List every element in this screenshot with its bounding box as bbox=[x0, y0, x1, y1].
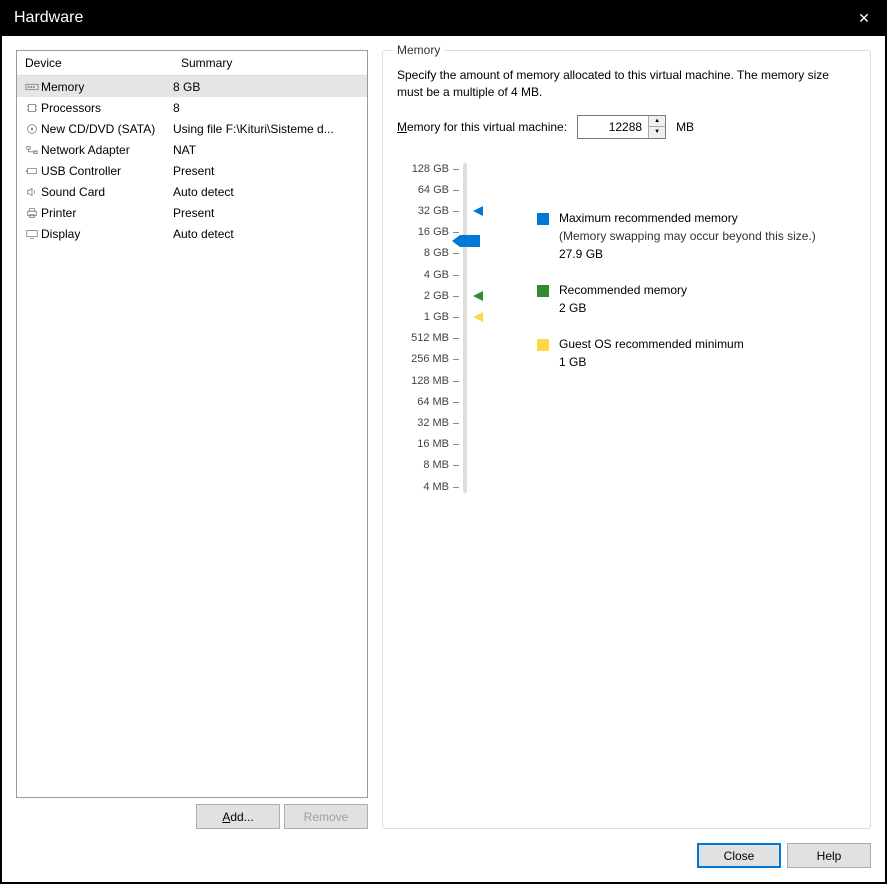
marker-rec-icon bbox=[473, 291, 483, 301]
device-name: Processors bbox=[41, 101, 173, 115]
device-row-printer[interactable]: PrinterPresent bbox=[17, 202, 367, 223]
device-summary: Present bbox=[173, 206, 367, 220]
device-name: Display bbox=[41, 227, 173, 241]
device-name: New CD/DVD (SATA) bbox=[41, 122, 173, 136]
device-list: Device Summary Memory8 GBProcessors8New … bbox=[16, 50, 368, 798]
remove-button: Remove bbox=[284, 804, 368, 829]
device-name: Printer bbox=[41, 206, 173, 220]
memory-legend: Maximum recommended memory (Memory swapp… bbox=[537, 163, 856, 493]
titlebar: Hardware ✕ bbox=[0, 0, 887, 36]
window-body: Device Summary Memory8 GBProcessors8New … bbox=[2, 36, 885, 882]
memory-slider[interactable] bbox=[463, 163, 467, 493]
device-summary: Auto detect bbox=[173, 227, 367, 241]
max-swatch-icon bbox=[537, 213, 549, 225]
device-row-display[interactable]: DisplayAuto detect bbox=[17, 223, 367, 244]
spinner-up-icon[interactable]: ▲ bbox=[649, 116, 665, 128]
device-row-network-adapter[interactable]: Network AdapterNAT bbox=[17, 139, 367, 160]
marker-guest-icon bbox=[473, 312, 483, 322]
device-row-processors[interactable]: Processors8 bbox=[17, 97, 367, 118]
memory-input[interactable] bbox=[578, 116, 648, 138]
window-title: Hardware bbox=[14, 9, 841, 27]
legend-guest-label: Guest OS recommended minimum bbox=[559, 337, 744, 351]
device-list-header: Device Summary bbox=[17, 51, 367, 76]
memory-input-label: Memory for this virtual machine: bbox=[397, 120, 567, 134]
device-name: USB Controller bbox=[41, 164, 173, 178]
cpu-icon bbox=[23, 100, 41, 116]
device-row-new-cd-dvd-sata-[interactable]: New CD/DVD (SATA)Using file F:\Kituri\Si… bbox=[17, 118, 367, 139]
legend-max-note: (Memory swapping may occur beyond this s… bbox=[559, 229, 856, 243]
slider-ticks bbox=[449, 163, 459, 493]
legend-rec-value: 2 GB bbox=[559, 301, 856, 315]
header-device[interactable]: Device bbox=[17, 51, 173, 75]
legend-guest-value: 1 GB bbox=[559, 355, 856, 369]
display-icon bbox=[23, 226, 41, 242]
memory-unit: MB bbox=[676, 120, 694, 134]
add-button[interactable]: Add... bbox=[196, 804, 280, 829]
disc-icon bbox=[23, 121, 41, 137]
device-summary: 8 bbox=[173, 101, 367, 115]
device-name: Sound Card bbox=[41, 185, 173, 199]
legend-max-value: 27.9 GB bbox=[559, 247, 856, 261]
legend-rec-label: Recommended memory bbox=[559, 283, 687, 297]
device-panel: Device Summary Memory8 GBProcessors8New … bbox=[16, 50, 368, 829]
device-name: Memory bbox=[41, 80, 173, 94]
memory-description: Specify the amount of memory allocated t… bbox=[397, 67, 856, 101]
help-button[interactable]: Help bbox=[787, 843, 871, 868]
memory-spinner[interactable]: ▲ ▼ bbox=[577, 115, 666, 139]
usb-icon bbox=[23, 163, 41, 179]
device-name: Network Adapter bbox=[41, 143, 173, 157]
close-icon[interactable]: ✕ bbox=[841, 0, 887, 36]
device-summary: NAT bbox=[173, 143, 367, 157]
slider-tick-labels: 128 GB64 GB32 GB16 GB8 GB4 GB2 GB1 GB512… bbox=[397, 163, 449, 493]
close-button[interactable]: Close bbox=[697, 843, 781, 868]
spinner-down-icon[interactable]: ▼ bbox=[649, 127, 665, 138]
legend-max-label: Maximum recommended memory bbox=[559, 211, 738, 225]
groupbox-title: Memory bbox=[393, 43, 444, 57]
printer-icon bbox=[23, 205, 41, 221]
slider-thumb[interactable] bbox=[460, 235, 480, 247]
guest-swatch-icon bbox=[537, 339, 549, 351]
header-summary[interactable]: Summary bbox=[173, 51, 367, 75]
sound-icon bbox=[23, 184, 41, 200]
device-summary: Using file F:\Kituri\Sisteme d... bbox=[173, 122, 367, 136]
device-summary: 8 GB bbox=[173, 80, 367, 94]
rec-swatch-icon bbox=[537, 285, 549, 297]
device-row-sound-card[interactable]: Sound CardAuto detect bbox=[17, 181, 367, 202]
dialog-buttons: Close Help bbox=[16, 829, 871, 868]
device-row-memory[interactable]: Memory8 GB bbox=[17, 76, 367, 97]
network-icon bbox=[23, 142, 41, 158]
device-row-usb-controller[interactable]: USB ControllerPresent bbox=[17, 160, 367, 181]
memory-panel: Memory Specify the amount of memory allo… bbox=[382, 50, 871, 829]
marker-max-icon bbox=[473, 206, 483, 216]
memory-icon bbox=[23, 79, 41, 95]
device-summary: Present bbox=[173, 164, 367, 178]
device-summary: Auto detect bbox=[173, 185, 367, 199]
